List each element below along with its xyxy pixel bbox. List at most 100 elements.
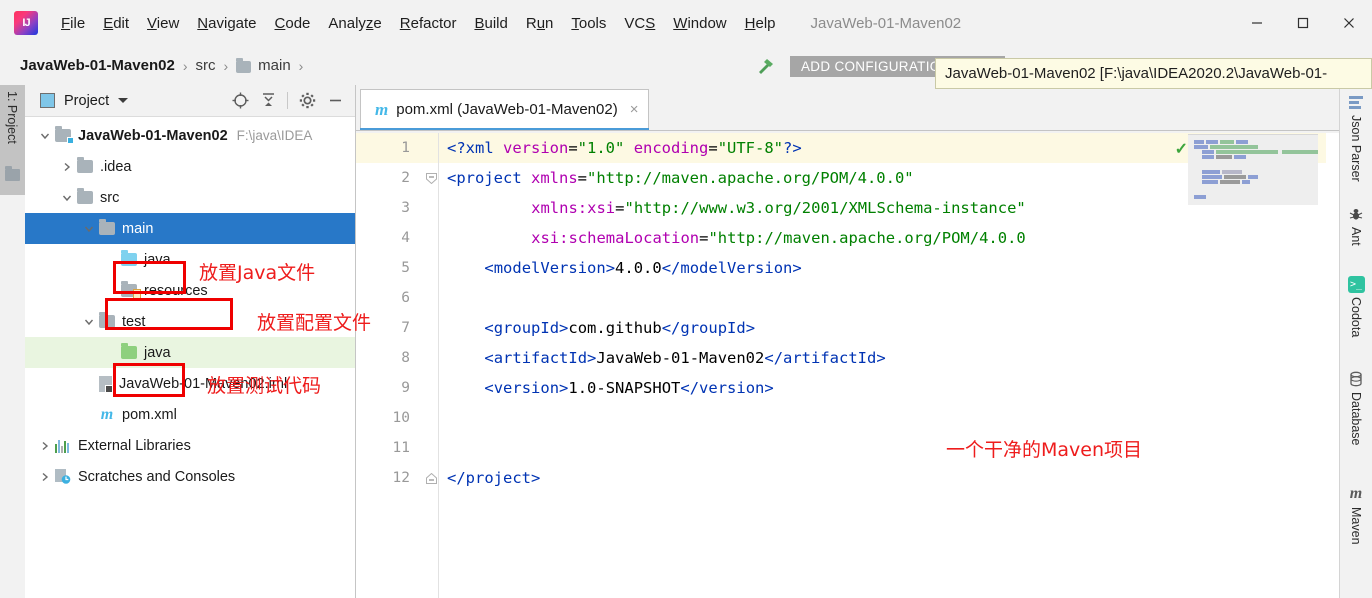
- tree-node-src[interactable]: src: [25, 182, 355, 213]
- fold-close-icon[interactable]: [426, 472, 437, 483]
- chevron-down-icon[interactable]: [118, 98, 128, 103]
- menu-item-navigate[interactable]: Navigate: [188, 12, 265, 35]
- menu-item-run[interactable]: Run: [517, 12, 563, 35]
- close-icon[interactable]: ×: [630, 101, 639, 118]
- tree-node-java[interactable]: java: [25, 337, 355, 368]
- line-number: 3: [370, 193, 410, 223]
- line-number: 12: [370, 463, 410, 493]
- tool-window-button-database[interactable]: Database: [1340, 370, 1372, 446]
- tree-node-label: External Libraries: [78, 438, 191, 454]
- folder-icon: [99, 315, 115, 328]
- minimize-icon[interactable]: [1234, 0, 1280, 46]
- module-folder-icon: [55, 129, 71, 142]
- minimap-line: [1216, 150, 1278, 154]
- ant-icon: [1347, 205, 1365, 223]
- menu-mnemonic: E: [103, 15, 113, 32]
- chevron-down-icon[interactable]: [83, 223, 95, 235]
- tree-node--idea[interactable]: .idea: [25, 151, 355, 182]
- close-icon[interactable]: [1326, 0, 1372, 46]
- project-panel-title[interactable]: Project: [64, 93, 109, 109]
- tool-window-label: Database: [1349, 392, 1363, 446]
- line-number: 4: [370, 223, 410, 253]
- editor-tab-pom-xml[interactable]: m pom.xml (JavaWeb-01-Maven02) ×: [360, 89, 649, 129]
- annotation-text-0: 放置Java文件: [199, 258, 315, 285]
- minimap-line: [1242, 180, 1250, 184]
- hide-icon[interactable]: [322, 88, 348, 114]
- code-line: <groupId>com.github</groupId>: [484, 313, 755, 343]
- chevron-right-icon[interactable]: [61, 161, 73, 173]
- code-line: xmlns:xsi="http://www.w3.org/2001/XMLSch…: [531, 193, 1026, 223]
- line-number: 2: [370, 163, 410, 193]
- minimap-line: [1248, 175, 1258, 179]
- menu-item-code[interactable]: Code: [266, 12, 320, 35]
- breadcrumb-label: JavaWeb-01-Maven02: [20, 57, 175, 74]
- editor-vertical-scrollbar[interactable]: [1326, 133, 1340, 598]
- tree-node-label: java: [144, 345, 171, 361]
- tree-node-scratches-and-consoles[interactable]: Scratches and Consoles: [25, 461, 355, 492]
- tree-node-icon: [55, 439, 78, 453]
- maximize-icon[interactable]: [1280, 0, 1326, 46]
- annotation-text-3: 一个干净的Maven项目: [946, 435, 1142, 462]
- hammer-icon[interactable]: [755, 55, 777, 77]
- tree-node-pom-xml[interactable]: mpom.xml: [25, 399, 355, 430]
- chevron-down-icon[interactable]: [83, 316, 95, 328]
- maven-file-icon: m: [99, 407, 115, 423]
- menu-item-refactor[interactable]: Refactor: [391, 12, 466, 35]
- chevron-down-icon[interactable]: [61, 192, 73, 204]
- editor-gutter: 123456789101112: [356, 133, 439, 598]
- breadcrumb-label: main: [258, 57, 291, 74]
- tree-node-external-libraries[interactable]: External Libraries: [25, 430, 355, 461]
- menu-item-edit[interactable]: Edit: [94, 12, 138, 35]
- locate-icon[interactable]: [227, 88, 253, 114]
- title-bar: FileEditViewNavigateCodeAnalyzeRefactorB…: [0, 0, 1372, 47]
- code-token: =: [578, 169, 587, 187]
- code-token: xmlns: [531, 169, 578, 187]
- menu-item-vcs[interactable]: VCS: [615, 12, 664, 35]
- menu-item-view[interactable]: View: [138, 12, 188, 35]
- tool-window-button-ant[interactable]: Ant: [1340, 205, 1372, 246]
- tool-window-label: Json Parser: [1349, 115, 1363, 182]
- tree-node-icon: [99, 376, 119, 392]
- code-token: =: [568, 139, 577, 157]
- gear-icon[interactable]: [294, 88, 320, 114]
- code-minimap[interactable]: [1188, 134, 1318, 205]
- code-line: <?xml version="1.0" encoding="UTF-8"?>: [447, 133, 802, 163]
- breadcrumb-item-main[interactable]: main: [236, 57, 291, 74]
- line-number: 5: [370, 253, 410, 283]
- tool-window-button-json-parser[interactable]: Json Parser: [1340, 93, 1372, 182]
- breadcrumb-item-src[interactable]: src: [195, 57, 215, 74]
- minimap-line: [1236, 140, 1248, 144]
- code-token: "UTF-8": [718, 139, 783, 157]
- minimap-line: [1202, 180, 1218, 184]
- menu-item-window[interactable]: Window: [664, 12, 735, 35]
- tool-window-button-codota[interactable]: >_Codota: [1340, 275, 1372, 337]
- tree-node-main[interactable]: main: [25, 213, 355, 244]
- toolbar-divider: [287, 92, 288, 109]
- chevron-down-icon[interactable]: [39, 130, 51, 142]
- menu-item-help[interactable]: Help: [736, 12, 785, 35]
- editor-tab-strip: m pom.xml (JavaWeb-01-Maven02) ×: [356, 85, 1340, 133]
- breadcrumb-label: src: [195, 57, 215, 74]
- menu-item-analyze[interactable]: Analyze: [319, 12, 390, 35]
- minimap-line: [1202, 150, 1214, 154]
- tool-window-button-maven[interactable]: mMaven: [1340, 485, 1372, 545]
- minimap-line: [1206, 140, 1218, 144]
- annotation-text-2: 放置测试代码: [207, 371, 321, 398]
- line-number: 9: [370, 373, 410, 403]
- menu-item-file[interactable]: File: [52, 12, 94, 35]
- menu-item-build[interactable]: Build: [465, 12, 516, 35]
- menu-item-tools[interactable]: Tools: [562, 12, 615, 35]
- collapse-all-icon[interactable]: [255, 88, 281, 114]
- fold-open-icon[interactable]: [426, 172, 437, 183]
- code-token: <?xml: [447, 139, 503, 157]
- inspection-status-icon[interactable]: ✓: [1175, 139, 1188, 159]
- tree-node-icon: [121, 284, 144, 297]
- tree-node-javaweb-01-maven02[interactable]: JavaWeb-01-Maven02F:\java\IDEA: [25, 120, 355, 151]
- code-token: </modelVersion>: [662, 259, 802, 277]
- project-tool-window: Project: [25, 85, 356, 598]
- chevron-right-icon[interactable]: [39, 471, 51, 483]
- code-token: </project>: [447, 469, 540, 487]
- tool-window-label-project: 1: Project: [5, 91, 19, 144]
- breadcrumb-item-javaweb-01-maven02[interactable]: JavaWeb-01-Maven02: [20, 57, 175, 74]
- chevron-right-icon[interactable]: [39, 440, 51, 452]
